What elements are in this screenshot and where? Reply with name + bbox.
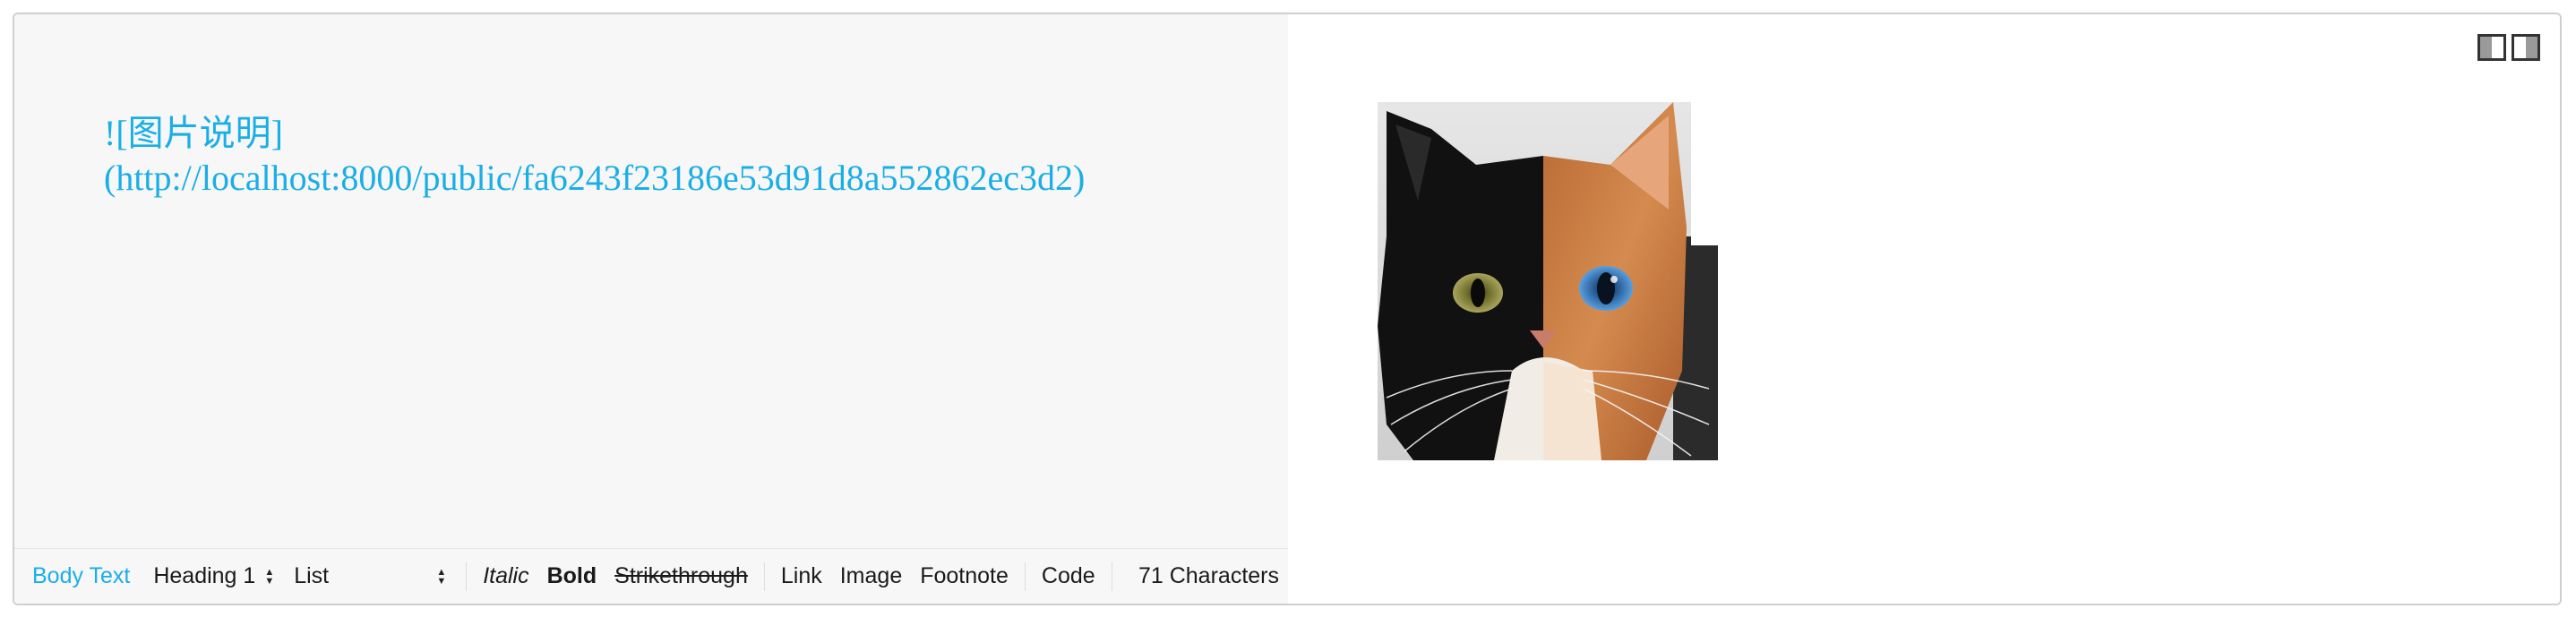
preview-pane (1288, 14, 2560, 604)
markdown-line-image-url: (http://localhost:8000/public/fa6243f231… (104, 158, 1086, 198)
footnote-button[interactable]: Footnote (920, 563, 1009, 589)
toolbar-divider (763, 562, 765, 591)
heading-select-label: Heading 1 (153, 563, 256, 588)
updown-arrows-icon: ▲ ▼ (436, 566, 447, 587)
code-button[interactable]: Code (1042, 563, 1095, 589)
toolbar-divider (1024, 562, 1026, 591)
format-toolbar: Body Text Heading 1 ▲ ▼ List ▲ ▼ Italic Bo… (14, 548, 1288, 604)
editor-pane[interactable]: ![图片说明] (http://localhost:8000/public/fa… (14, 14, 1288, 604)
body-text-button[interactable]: Body Text (32, 563, 130, 589)
bold-button[interactable]: Bold (547, 563, 597, 589)
character-count: 71 Characters (1138, 563, 1279, 588)
view-toggles (2477, 34, 2540, 61)
split-view-right-icon[interactable] (2512, 34, 2540, 61)
list-select[interactable]: List ▲ ▼ (294, 563, 446, 589)
two-faced-cat-image (1378, 102, 1718, 460)
link-button[interactable]: Link (781, 563, 822, 589)
markdown-editor-text[interactable]: ![图片说明] (http://localhost:8000/public/fa… (104, 111, 1268, 201)
italic-button[interactable]: Italic (483, 563, 528, 589)
markdown-line-image-alt: ![图片说明] (104, 113, 283, 153)
updown-arrows-icon: ▲ ▼ (264, 566, 275, 587)
heading-select[interactable]: Heading 1 ▲ ▼ (153, 563, 274, 589)
split-view-left-icon[interactable] (2477, 34, 2506, 61)
toolbar-divider (466, 562, 468, 591)
markdown-editor-window: ![图片说明] (http://localhost:8000/public/fa… (13, 13, 2562, 605)
image-button[interactable]: Image (840, 563, 902, 589)
list-select-label: List (294, 563, 330, 588)
strikethrough-button[interactable]: Strikethrough (614, 563, 748, 589)
